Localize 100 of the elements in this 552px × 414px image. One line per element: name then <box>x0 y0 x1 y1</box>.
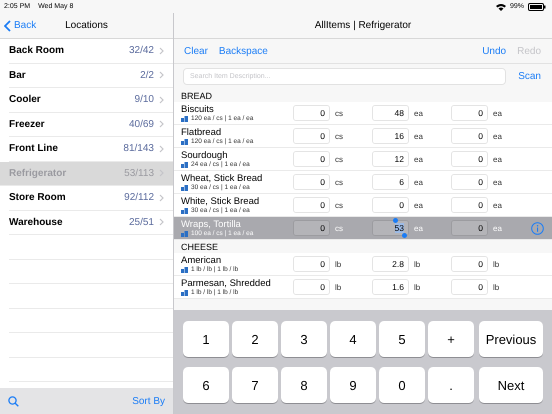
quantity-field[interactable]: 0 <box>293 105 330 121</box>
quantity-field[interactable]: 0 <box>451 128 488 144</box>
keypad-key[interactable]: 7 <box>232 367 278 403</box>
location-name: Back Room <box>9 45 66 56</box>
chevron-right-icon <box>159 96 164 104</box>
location-name: Bar <box>9 70 27 81</box>
unit-label: cs <box>334 132 344 140</box>
quantity-field[interactable]: 0 <box>451 197 488 213</box>
location-row[interactable]: Back Room 32/42 <box>9 39 173 64</box>
toolbar-button[interactable]: Clear <box>184 46 208 56</box>
unit-label: lb <box>413 260 422 268</box>
chevron-right-icon <box>159 218 164 226</box>
quantity-field[interactable]: 0 <box>293 128 330 144</box>
quantity-field[interactable]: 0 <box>451 279 488 295</box>
keypad-key[interactable]: 0 <box>379 367 425 403</box>
unit-label: ea <box>492 200 503 210</box>
unit-label: lb <box>492 282 500 292</box>
boxes-icon <box>181 266 188 272</box>
unit-label: ea <box>492 132 503 140</box>
item-name: Flatbread <box>181 127 222 138</box>
keypad-key[interactable]: 4 <box>330 321 376 357</box>
keypad-key[interactable]: . <box>428 367 474 403</box>
boxes-icon <box>181 138 188 144</box>
boxes-icon <box>181 116 188 122</box>
location-row[interactable]: Cooler 9/10 <box>9 88 173 112</box>
item-name: Sourdough <box>181 150 228 161</box>
chevron-left-icon <box>4 20 11 32</box>
keypad-key[interactable]: 1 <box>183 321 229 357</box>
unit-label: ea <box>492 224 503 232</box>
location-count: 25/51 <box>128 216 154 228</box>
quantity-field[interactable]: 0 <box>451 220 488 236</box>
boxes-icon <box>181 208 188 214</box>
keypad-key[interactable]: Previous <box>479 321 543 357</box>
location-count: 81/143 <box>123 143 154 154</box>
unit-label: ea <box>413 200 424 210</box>
quantity-field[interactable]: 0 <box>293 220 330 236</box>
quantity-field[interactable]: 48 <box>372 105 409 121</box>
location-name: Store Room <box>9 192 67 204</box>
unit-label: ea <box>492 178 503 186</box>
unit-label: cs <box>334 200 344 210</box>
wifi-icon <box>496 2 506 10</box>
quantity-field[interactable]: 16 <box>372 128 409 144</box>
quantity-field[interactable]: 0 <box>451 256 488 272</box>
unit-label: lb <box>492 260 500 268</box>
location-row[interactable]: Bar 2/2 <box>9 64 173 88</box>
keypad-key[interactable]: 5 <box>379 321 425 357</box>
quantity-field[interactable]: 0 <box>293 174 330 190</box>
keypad-key[interactable]: Next <box>479 367 543 403</box>
location-row[interactable]: Warehouse 25/51 <box>9 210 173 235</box>
item-name: Wheat, Stick Bread <box>181 173 264 184</box>
keypad-key[interactable]: 8 <box>281 367 327 403</box>
keypad-key[interactable]: 3 <box>281 321 327 357</box>
toolbar-button[interactable]: Undo <box>482 46 506 56</box>
quantity-field[interactable]: 2.8 <box>372 256 409 272</box>
boxes-icon <box>181 184 188 190</box>
toolbar-button[interactable]: Backspace <box>218 46 268 56</box>
quantity-field[interactable]: 0 <box>293 197 330 213</box>
location-count: 32/42 <box>128 45 154 56</box>
item-name: Parmesan, Shredded <box>181 278 272 289</box>
quantity-field[interactable]: 1.6 <box>372 279 409 295</box>
quantity-field[interactable]: 0 <box>451 105 488 121</box>
quantity-field[interactable]: 6 <box>372 174 409 190</box>
item-name: American <box>181 255 222 266</box>
item-name: Wraps, Tortilla <box>181 219 242 230</box>
chevron-right-icon <box>159 194 164 202</box>
back-button[interactable]: Back <box>4 20 36 32</box>
location-name: Front Line <box>9 143 59 154</box>
quantity-field[interactable]: 0 <box>293 279 330 295</box>
location-name: Warehouse <box>9 216 64 228</box>
quantity-field[interactable]: 53 <box>372 220 409 236</box>
keypad-key[interactable]: + <box>428 321 474 357</box>
location-row[interactable]: Store Room 92/112 <box>9 186 173 210</box>
keypad-key[interactable]: 2 <box>232 321 278 357</box>
item-name: White, Stick Bread <box>181 196 260 207</box>
location-count: 9/10 <box>134 94 154 106</box>
keypad-key[interactable]: 6 <box>183 367 229 403</box>
search-icon[interactable] <box>8 396 19 406</box>
unit-label: ea <box>413 224 424 232</box>
location-name: Refrigerator <box>9 168 68 179</box>
scan-button[interactable]: Scan <box>518 71 541 82</box>
quantity-field[interactable]: 12 <box>372 151 409 167</box>
location-row[interactable]: Freezer 40/69 <box>9 112 173 137</box>
unit-label: ea <box>413 154 424 164</box>
keypad-key[interactable]: 9 <box>330 367 376 403</box>
unit-label: ea <box>492 154 503 164</box>
quantity-field[interactable]: 0 <box>372 197 409 213</box>
quantity-field[interactable]: 0 <box>293 151 330 167</box>
location-count: 92/112 <box>124 192 154 204</box>
unit-label: lb <box>413 282 422 292</box>
unit-label: cs <box>334 178 344 186</box>
quantity-field[interactable]: 0 <box>293 256 330 272</box>
battery-icon <box>528 2 546 10</box>
boxes-icon <box>181 230 188 236</box>
unit-label: ea <box>413 108 424 118</box>
quantity-field[interactable]: 0 <box>451 174 488 190</box>
unit-label: cs <box>334 224 344 232</box>
chevron-right-icon <box>159 120 164 128</box>
info-icon[interactable] <box>531 222 544 234</box>
chevron-right-icon <box>159 71 164 80</box>
quantity-field[interactable]: 0 <box>451 151 488 167</box>
